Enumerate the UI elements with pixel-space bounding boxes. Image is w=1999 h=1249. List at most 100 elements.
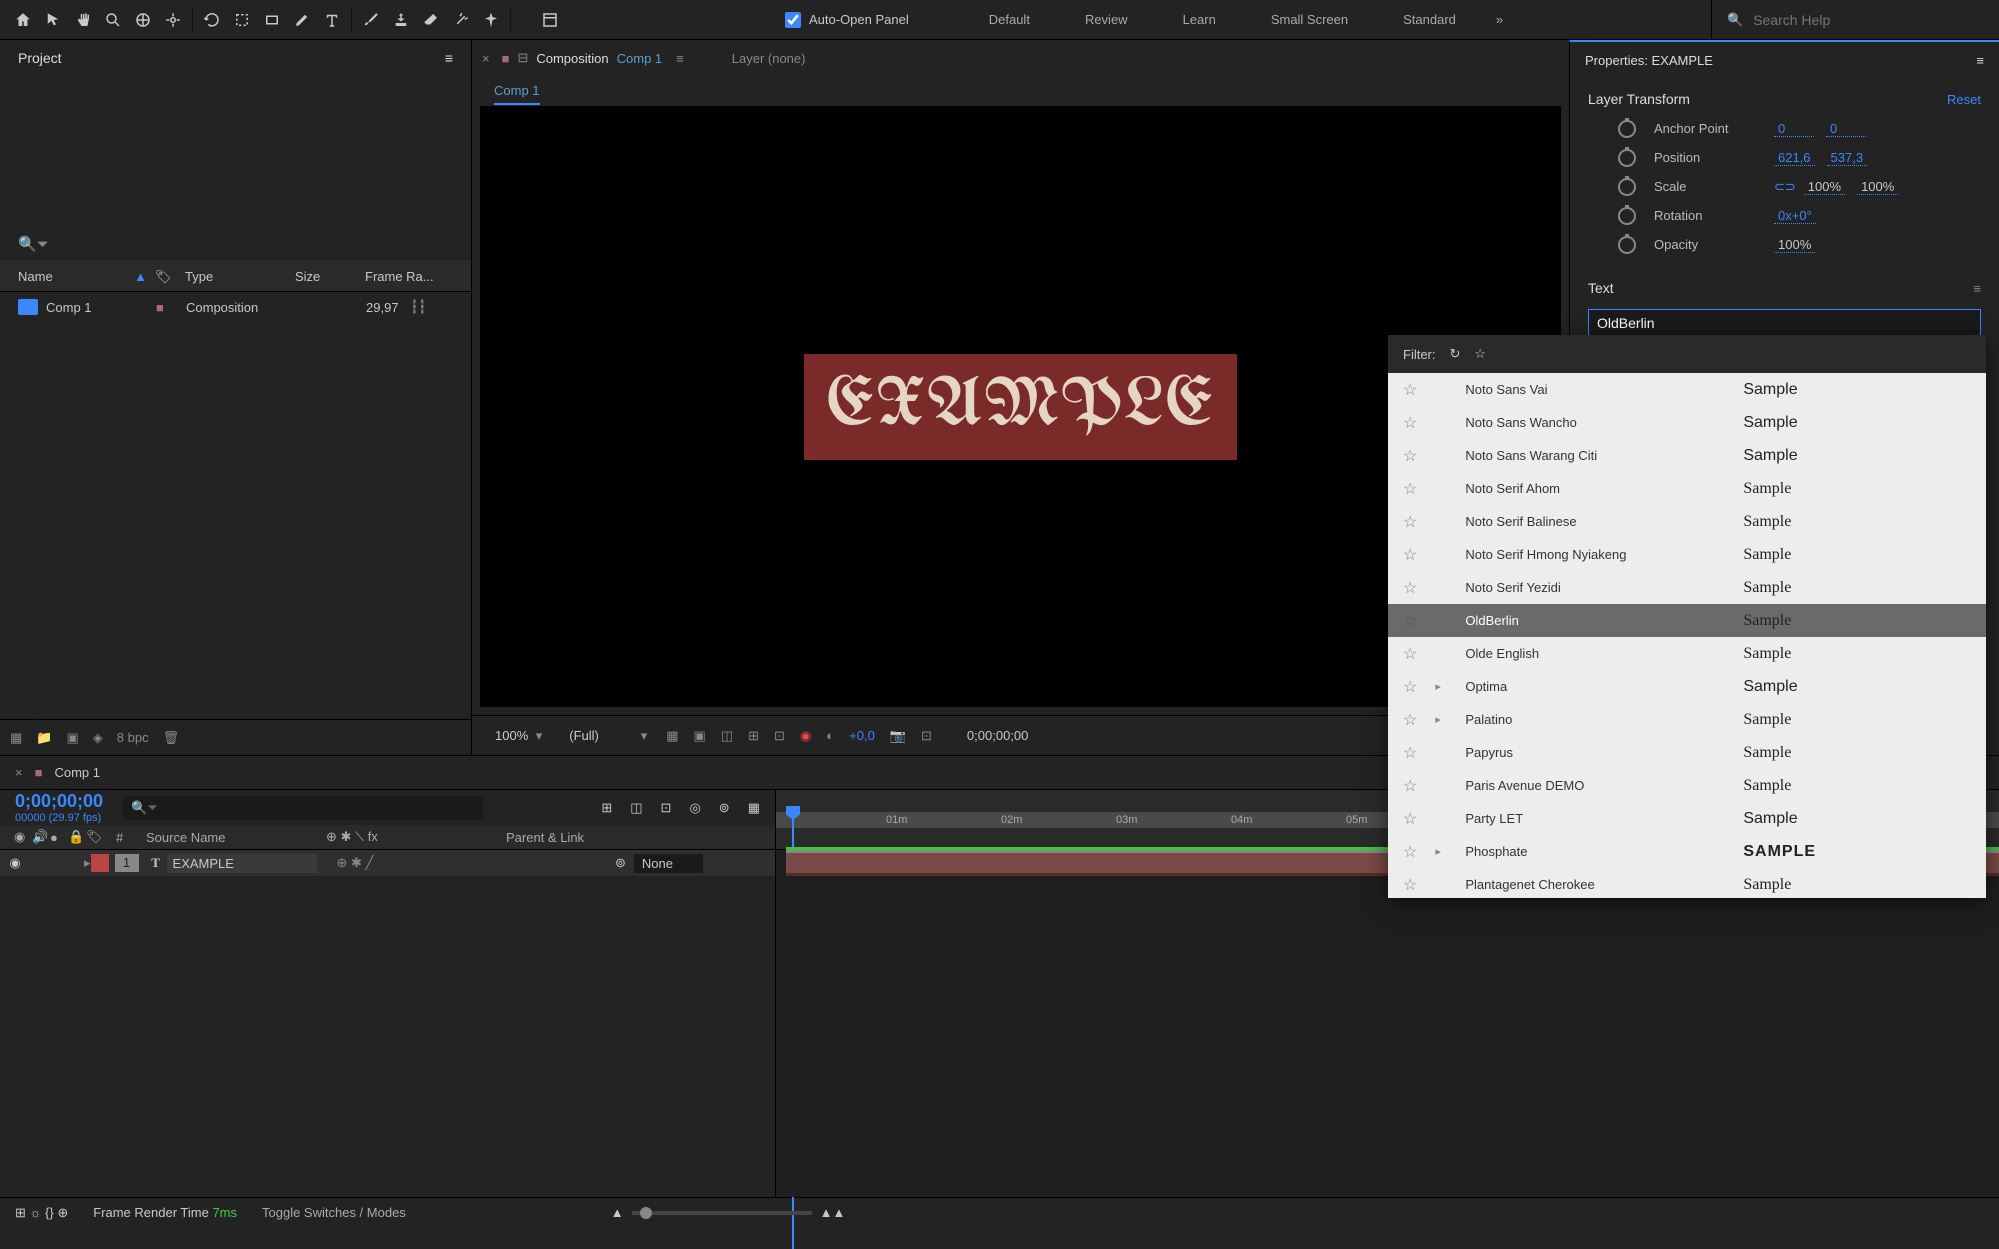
font-option[interactable]: ☆▸PalatinoSample <box>1388 703 1986 736</box>
font-option[interactable]: ☆PapyrusSample <box>1388 736 1986 769</box>
orbit-tool-icon[interactable] <box>128 5 158 35</box>
project-item[interactable]: Comp 1 ■ Composition 29,97 ┇┇ <box>0 292 471 322</box>
font-list[interactable]: ☆Noto Sans VaiSample☆Noto Sans WanchoSam… <box>1388 373 1986 898</box>
label-column-icon[interactable]: 🏷 <box>155 269 185 285</box>
workspace-learn[interactable]: Learn <box>1183 12 1216 27</box>
stopwatch-icon[interactable] <box>1618 178 1636 196</box>
font-option[interactable]: ☆▸OptimaSample <box>1388 670 1986 703</box>
region-icon[interactable]: ◫ <box>721 728 733 744</box>
current-timecode[interactable]: 0;00;00;00 <box>15 791 103 812</box>
layer-switches[interactable]: ⊕ ✱ ╱ <box>337 855 374 871</box>
expand-family-icon[interactable]: ▸ <box>1435 845 1447 858</box>
font-option[interactable]: ☆Party LETSample <box>1388 802 1986 835</box>
audio-col-icon[interactable]: 🔊 <box>26 829 44 845</box>
favorite-star-icon[interactable]: ☆ <box>1403 578 1417 598</box>
font-option[interactable]: ☆Noto Sans VaiSample <box>1388 373 1986 406</box>
lock-col-icon[interactable]: 🔒 <box>62 829 80 845</box>
selection-tool-icon[interactable] <box>38 5 68 35</box>
color-depth[interactable]: ◈ <box>93 730 103 746</box>
solo-col-icon[interactable]: ● <box>44 830 62 845</box>
favorite-star-icon[interactable]: ☆ <box>1403 611 1417 631</box>
favorite-star-icon[interactable]: ☆ <box>1403 842 1417 862</box>
font-option[interactable]: ☆▸PhosphateSAMPLE <box>1388 835 1986 868</box>
layer-color[interactable] <box>91 854 109 872</box>
project-search[interactable]: 🔍⏷ <box>0 226 471 262</box>
shy-icon[interactable]: ⊡ <box>661 800 672 816</box>
text-layer[interactable]: EXAMPLE <box>804 354 1237 460</box>
stopwatch-icon[interactable] <box>1618 149 1636 167</box>
link-icon[interactable]: ⊂⊃ <box>1774 179 1796 195</box>
stopwatch-icon[interactable] <box>1618 207 1636 225</box>
sort-arrow-icon[interactable]: ▲ <box>134 269 147 284</box>
panel-menu-icon[interactable]: ≡ <box>445 50 453 66</box>
grid-icon[interactable]: ⊞ <box>748 728 759 744</box>
pan-behind-tool-icon[interactable] <box>227 5 257 35</box>
mask-icon[interactable]: ▣ <box>694 728 706 744</box>
toggle-switches-button[interactable]: Toggle Switches / Modes <box>262 1205 406 1220</box>
show-snapshot-icon[interactable]: ⊡ <box>921 728 932 744</box>
frame-blend-icon[interactable]: ◎ <box>689 800 700 816</box>
folder-icon[interactable]: 📁 <box>36 730 52 746</box>
motion-blur-icon[interactable]: ⊚ <box>719 800 730 816</box>
stopwatch-icon[interactable] <box>1618 120 1636 138</box>
font-option[interactable]: ☆Noto Sans Warang CitiSample <box>1388 439 1986 472</box>
timeline-zoom[interactable]: ▲ ▲▲ <box>611 1205 846 1220</box>
favorite-star-icon[interactable]: ☆ <box>1403 380 1417 400</box>
auto-open-panel-checkbox[interactable]: Auto-Open Panel <box>785 12 909 28</box>
panel-icon[interactable] <box>535 5 565 35</box>
transparency-grid-icon[interactable]: ▦ <box>666 728 678 744</box>
label-col-icon[interactable]: 🏷 <box>80 829 110 845</box>
zoom-in-icon[interactable]: ▲▲ <box>820 1205 846 1220</box>
draft3d-icon[interactable]: ◫ <box>630 800 642 816</box>
font-option[interactable]: ☆Noto Serif YezidiSample <box>1388 571 1986 604</box>
roto-brush-tool-icon[interactable] <box>446 5 476 35</box>
zoom-out-icon[interactable]: ▲ <box>611 1205 624 1220</box>
layer-name[interactable]: EXAMPLE <box>167 854 317 873</box>
interpret-icon[interactable]: ▦ <box>10 730 22 746</box>
brush-tool-icon[interactable] <box>356 5 386 35</box>
exposure-value[interactable]: +0,0 <box>849 728 875 743</box>
timeline-tracks[interactable] <box>775 850 1999 1197</box>
font-option[interactable]: ☆Noto Sans WanchoSample <box>1388 406 1986 439</box>
panel-menu-icon[interactable]: ≡ <box>1976 53 1984 68</box>
home-icon[interactable] <box>8 5 38 35</box>
graph-editor-icon[interactable]: ▦ <box>748 800 760 816</box>
type-tool-icon[interactable] <box>317 5 347 35</box>
pen-tool-icon[interactable] <box>287 5 317 35</box>
timeline-tab[interactable]: Comp 1 <box>54 765 100 780</box>
favorite-star-icon[interactable]: ☆ <box>1403 710 1417 730</box>
favorite-star-icon[interactable]: ☆ <box>1403 479 1417 499</box>
font-option[interactable]: ☆Noto Serif AhomSample <box>1388 472 1986 505</box>
favorite-star-icon[interactable]: ☆ <box>1403 776 1417 796</box>
pickwhip-icon[interactable]: ⊚ <box>615 855 626 871</box>
favorite-star-icon[interactable]: ☆ <box>1403 446 1417 466</box>
more-workspaces-icon[interactable]: » <box>1496 12 1503 27</box>
font-option[interactable]: ☆Plantagenet CherokeeSample <box>1388 868 1986 898</box>
font-option[interactable]: ☆Paris Avenue DEMOSample <box>1388 769 1986 802</box>
snapshot-icon[interactable]: 📷 <box>890 728 906 744</box>
comp-mini-flowchart-icon[interactable]: ⊞ <box>601 800 612 816</box>
flowchart-icon[interactable]: ⊟ <box>517 50 528 66</box>
favorite-filter-icon[interactable]: ☆ <box>1474 346 1486 362</box>
font-option[interactable]: ☆Olde EnglishSample <box>1388 637 1986 670</box>
workspace-default[interactable]: Default <box>989 12 1030 27</box>
preview-timecode[interactable]: 0;00;00;00 <box>967 728 1028 743</box>
eraser-tool-icon[interactable] <box>416 5 446 35</box>
rotation-tool-icon[interactable] <box>197 5 227 35</box>
favorite-star-icon[interactable]: ☆ <box>1403 809 1417 829</box>
font-option[interactable]: ☆OldBerlinSample <box>1388 604 1986 637</box>
workspace-small-screen[interactable]: Small Screen <box>1271 12 1348 27</box>
color-manage-icon[interactable]: ◉ <box>800 728 811 744</box>
visibility-col-icon[interactable]: ◉ <box>8 829 26 845</box>
resolution-select[interactable]: (Full) <box>561 724 651 747</box>
footer-icon[interactable]: ⊞ ☼ {} ⊕ <box>15 1205 68 1221</box>
font-family-input[interactable] <box>1588 309 1981 337</box>
rectangle-tool-icon[interactable] <box>257 5 287 35</box>
zoom-thumb[interactable] <box>640 1207 652 1219</box>
stopwatch-icon[interactable] <box>1618 236 1636 254</box>
reset-button[interactable]: Reset <box>1947 92 1981 107</box>
font-option[interactable]: ☆Noto Serif Hmong NyiakengSample <box>1388 538 1986 571</box>
close-tab-icon[interactable]: × <box>482 51 490 66</box>
workspace-standard[interactable]: Standard <box>1403 12 1456 27</box>
search-help-input[interactable] <box>1753 12 1976 28</box>
